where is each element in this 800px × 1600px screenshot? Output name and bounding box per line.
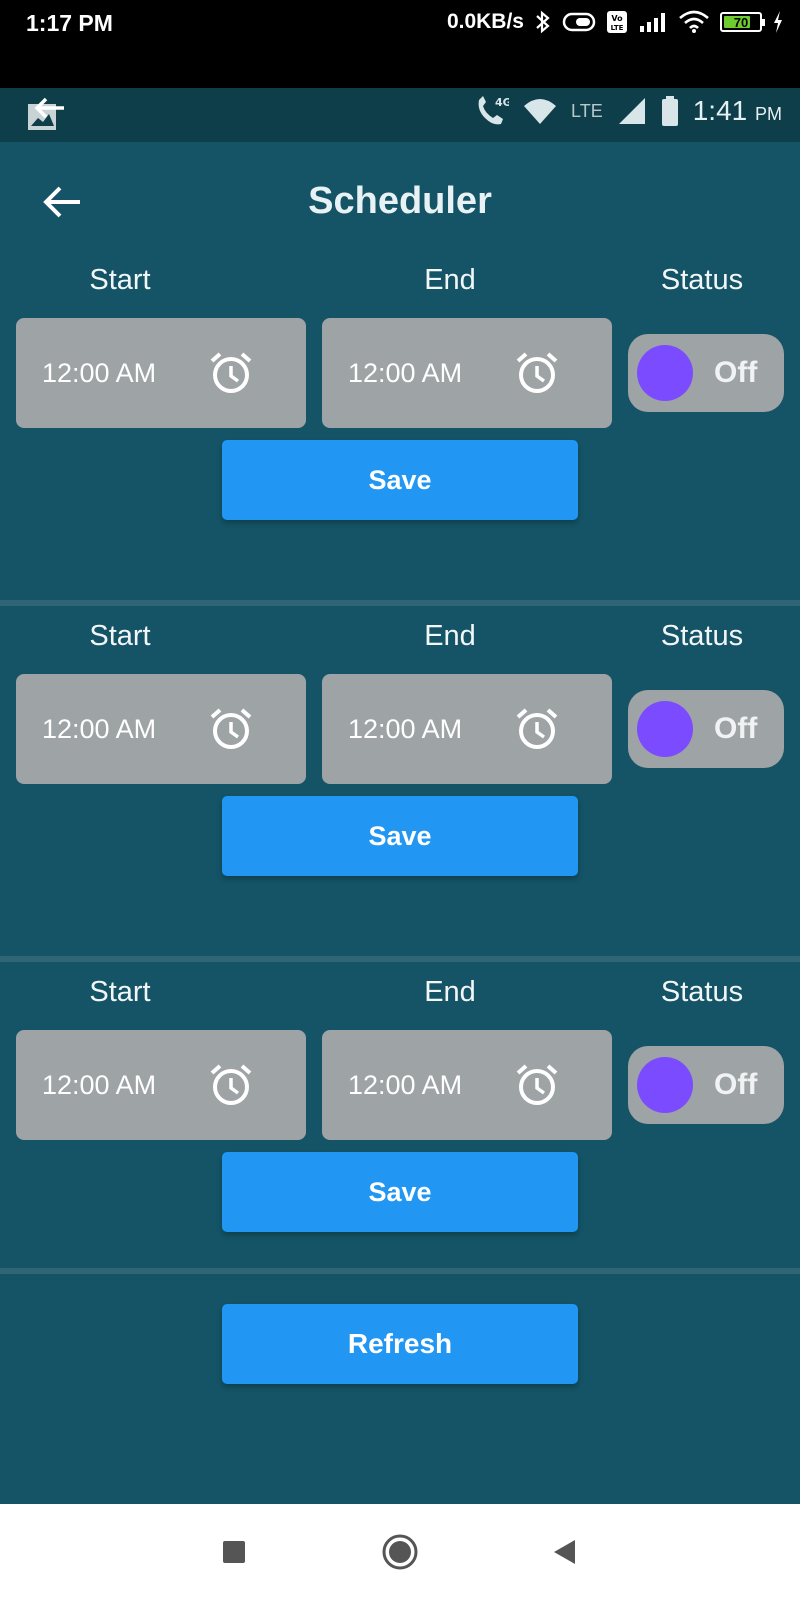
wifi-icon [524,99,557,124]
refresh-button[interactable]: Refresh [222,1304,578,1384]
end-time-picker[interactable]: 12:00 AM [322,318,612,428]
network-speed: 0.0KB/s [446,10,524,33]
status-label: Status [660,620,744,652]
signal-icon [640,13,665,32]
battery-icon: 70 [720,12,765,32]
end-label: End [424,620,476,652]
svg-text:Vo: Vo [611,14,623,23]
bluetooth-icon [536,10,550,34]
network-type: LTE [571,100,603,121]
triangle-back-icon [554,1540,575,1564]
system-nav-bar [0,1504,800,1600]
start-time-value: 12:00 AM [42,1069,157,1100]
home-button[interactable] [378,1530,422,1574]
alarm-clock-icon [516,352,558,393]
image-back-icon [28,97,64,130]
toggle-state: Off [714,1068,758,1101]
toggle-state: Off [714,712,758,745]
start-time-value: 12:00 AM [42,713,157,744]
toggle-knob [637,701,693,757]
square-icon [223,1541,245,1563]
inner-clock: 1:41 PM [692,95,782,126]
svg-text:LTE: LTE [611,24,624,32]
end-time-value: 12:00 AM [348,357,463,388]
battery-level: 70 [733,14,749,30]
toggle-knob [637,345,693,401]
section-divider [0,1268,800,1274]
device-status-bar: 1:17 PM 0.0KB/s Vo LTE 70 [0,0,800,88]
section-divider [0,600,800,606]
device-status-icons: 0.0KB/s Vo LTE 70 [447,10,784,34]
end-label: End [424,264,476,296]
end-time-value: 12:00 AM [348,1069,463,1100]
save-button[interactable]: Save [222,440,578,520]
volte-icon: VoLTE [607,11,627,33]
end-label: End [424,976,476,1008]
wifi-call-icon: 4G [478,96,509,125]
alarm-clock-icon [210,352,252,393]
toggle-knob [637,1057,693,1113]
battery-icon [661,96,678,126]
start-time-picker[interactable]: 12:00 AM [16,674,306,784]
start-time-picker[interactable]: 12:00 AM [16,1030,306,1140]
schedule-card: Start End Status 12:00 AM 12:00 AM Off S… [0,976,800,1276]
status-toggle[interactable]: Off [628,1046,784,1124]
vibrate-icon [562,12,596,32]
save-button[interactable]: Save [222,796,578,876]
start-time-value: 12:00 AM [42,357,157,388]
start-time-picker[interactable]: 12:00 AM [16,318,306,428]
start-label: Start [89,976,151,1008]
signal-icon [618,98,645,124]
end-time-picker[interactable]: 12:00 AM [322,674,612,784]
start-label: Start [89,620,151,652]
inner-status-icons: 4G LTE 1:41 PM [473,94,782,128]
circle-icon [382,1534,418,1570]
wifi-icon [679,10,709,33]
app-header: Scheduler [0,142,800,258]
status-label: Status [660,264,744,296]
status-label: Status [660,976,744,1008]
start-label: Start [89,264,151,296]
back-nav-button[interactable] [542,1530,586,1574]
device-clock: 1:17 PM [26,10,113,36]
alarm-clock-icon [516,708,558,749]
end-time-picker[interactable]: 12:00 AM [322,1030,612,1140]
alarm-clock-icon [210,708,252,749]
charging-icon [774,11,782,33]
schedule-card: Start End Status 12:00 AM 12:00 AM Off S… [0,620,800,920]
status-toggle[interactable]: Off [628,334,784,412]
page-title: Scheduler [308,180,492,222]
schedule-card: Start End Status 12:00 AM 12:00 AM Off S… [0,264,800,564]
inner-status-bar: 4G LTE 1:41 PM [0,88,800,142]
alarm-clock-icon [210,1064,252,1105]
status-toggle[interactable]: Off [628,690,784,768]
toggle-state: Off [714,356,758,389]
scheduler-app: 4G LTE 1:41 PM Scheduler Start End Statu… [0,88,800,1504]
save-button[interactable]: Save [222,1152,578,1232]
alarm-clock-icon [516,1064,558,1105]
recents-button[interactable] [212,1530,256,1574]
end-time-value: 12:00 AM [348,713,463,744]
svg-text:4G: 4G [495,96,509,109]
section-divider [0,956,800,962]
